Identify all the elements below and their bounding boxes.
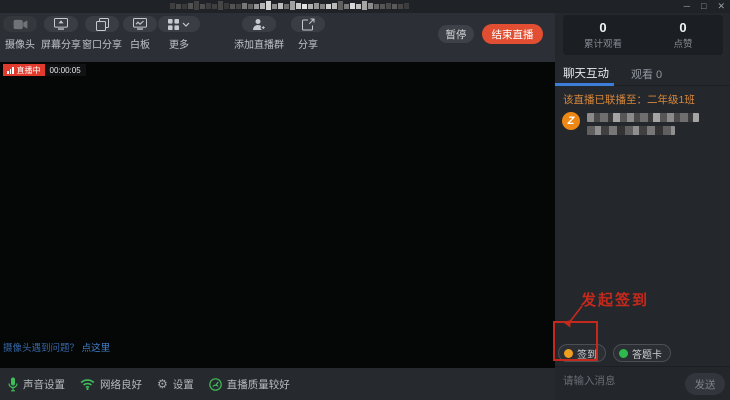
sound-settings-button[interactable]: 声音设置 [8, 377, 65, 392]
live-broadcast-window: ─ □ ✕ 摄像头 屏幕分享 窗口分享 [0, 0, 730, 400]
live-timer: 00:00:05 [45, 64, 86, 76]
live-badge-label: 直播中 [17, 65, 41, 76]
pause-button[interactable]: 暂停 [438, 25, 474, 43]
redacted-message-text [587, 113, 699, 139]
camera-help-link[interactable]: 摄像头遇到问题？ 点这里 [3, 340, 110, 354]
window-share-button[interactable]: 窗口分享 [82, 16, 122, 51]
camera-help-text: 摄像头遇到问题？ [3, 343, 79, 354]
toolbar-spacer [200, 16, 230, 51]
share-button[interactable]: 分享 [288, 16, 328, 51]
add-group-icon [242, 16, 276, 32]
window-controls: ─ □ ✕ [684, 0, 725, 13]
sound-settings-label: 声音设置 [23, 377, 65, 392]
message-input[interactable] [563, 375, 675, 387]
answer-card-button[interactable]: 答题卡 [613, 344, 671, 362]
status-bar: 声音设置 网络良好 ⚙ 设置 直播质量较好 [0, 368, 555, 400]
co-broadcast-notice: 该直播已联播至：二年级1班 [563, 92, 695, 107]
window-share-icon [85, 16, 119, 32]
add-live-group-button[interactable]: 添加直播群 [230, 16, 288, 51]
answer-card-label: 答题卡 [632, 346, 662, 361]
tab-viewers[interactable]: 观看 0 [631, 66, 662, 82]
settings-button[interactable]: ⚙ 设置 [157, 377, 194, 392]
camera-button[interactable]: 摄像头 [0, 16, 40, 51]
quality-gauge-icon [209, 378, 222, 391]
stream-quality-label: 直播质量较好 [227, 377, 290, 392]
minimize-button[interactable]: ─ [684, 0, 690, 13]
active-tab-indicator [555, 83, 614, 86]
network-status[interactable]: 网络良好 [80, 377, 142, 392]
microphone-icon [8, 377, 18, 392]
live-badge-red: 直播中 [3, 64, 45, 76]
gear-icon: ⚙ [157, 378, 168, 390]
stat-total-views: 0 累计观看 [563, 15, 643, 55]
live-video-preview: 直播中 00:00:05 摄像头遇到问题？ 点这里 [0, 62, 555, 368]
annotation-highlight-box [553, 321, 598, 361]
toolbar-left-group: 摄像头 屏幕分享 窗口分享 白板 [0, 16, 328, 51]
whiteboard-button[interactable]: 白板 [122, 16, 158, 51]
end-live-button[interactable]: 结束直播 [482, 24, 543, 44]
avatar: Z [562, 112, 580, 130]
chevron-down-icon [182, 22, 190, 27]
panel-tabs: 聊天互动 观看 0 [555, 60, 730, 86]
likes-count: 0 [679, 20, 686, 35]
chat-message: Z [562, 112, 699, 139]
stream-quality-status[interactable]: 直播质量较好 [209, 377, 290, 392]
settings-label: 设置 [173, 377, 194, 392]
redacted-line [587, 113, 699, 122]
camera-help-click-here[interactable]: 点这里 [82, 343, 111, 354]
stat-likes: 0 点赞 [643, 15, 723, 55]
maximize-button[interactable]: □ [701, 0, 706, 13]
more-button[interactable]: 更多 [158, 16, 200, 51]
live-status-badge: 直播中 00:00:05 [3, 64, 86, 76]
message-input-bar: 发送 [555, 366, 730, 400]
share-icon [291, 16, 325, 32]
live-chart-icon [7, 67, 14, 74]
likes-label: 点赞 [673, 36, 692, 50]
send-button[interactable]: 发送 [685, 373, 725, 395]
screen-share-icon [44, 16, 78, 32]
annotation-initiate-checkin: 发起签到 [581, 289, 649, 310]
redacted-line [587, 126, 675, 135]
title-bar: ─ □ ✕ [0, 0, 730, 13]
views-label: 累计观看 [584, 36, 622, 50]
more-grid-icon [158, 16, 200, 32]
network-status-label: 网络良好 [100, 377, 142, 392]
answer-card-icon [619, 349, 628, 358]
screen-share-button[interactable]: 屏幕分享 [40, 16, 82, 51]
censored-window-title [170, 1, 410, 11]
main-toolbar: 摄像头 屏幕分享 窗口分享 白板 [0, 13, 555, 62]
wifi-icon [80, 378, 95, 390]
tab-chat-interaction[interactable]: 聊天互动 [563, 65, 609, 81]
camera-icon [3, 16, 37, 32]
close-button[interactable]: ✕ [717, 0, 725, 13]
stream-stats: 0 累计观看 0 点赞 [563, 15, 723, 55]
whiteboard-icon [123, 16, 157, 32]
views-count: 0 [599, 20, 606, 35]
